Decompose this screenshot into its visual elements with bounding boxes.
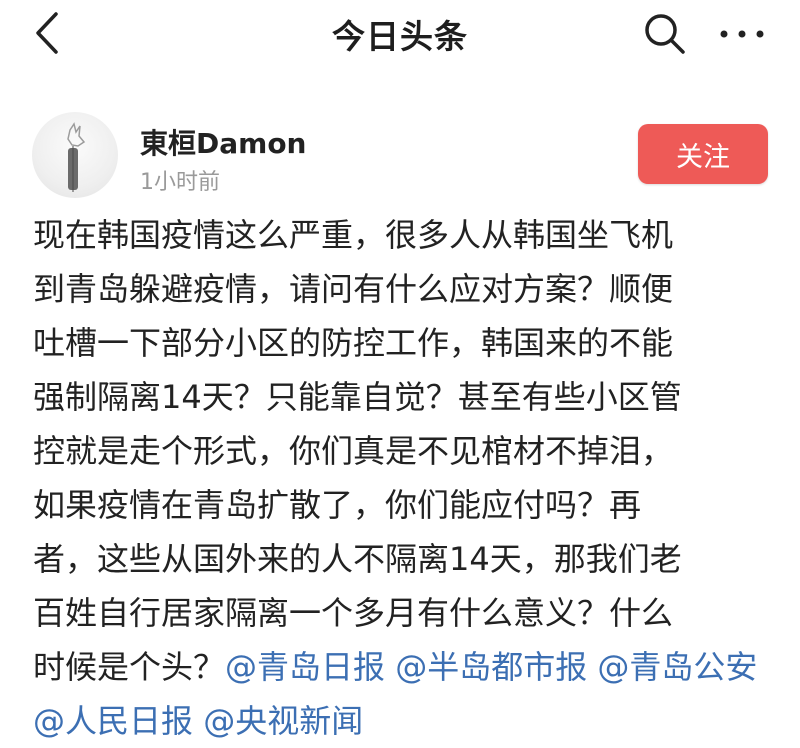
post-content: 现在韩国疫情这么严重，很多人从韩国坐飞机 到青岛躲避疫情，请问有什么应对方案？顺… bbox=[33, 208, 773, 748]
more-button[interactable] bbox=[712, 8, 772, 60]
mention-link[interactable]: @央视新闻 bbox=[203, 702, 363, 740]
avatar-figure-icon bbox=[67, 122, 86, 192]
more-horizontal-icon bbox=[720, 30, 764, 38]
author-row: 東桓Damon 1小时前 关注 bbox=[0, 110, 800, 202]
post-line: 到青岛躲避疫情，请问有什么应对方案？顺便 bbox=[33, 270, 674, 308]
post-time: 1小时前 bbox=[140, 170, 220, 195]
post-text: 时候是个头？ bbox=[33, 648, 226, 686]
mention-link[interactable]: @半岛都市报 bbox=[395, 648, 587, 686]
post-line: 百姓自行居家隔离一个多月有什么意义？什么 bbox=[33, 594, 674, 632]
mention-link[interactable]: @人民日报 bbox=[33, 702, 193, 740]
post-line: 如果疫情在青岛扩散了，你们能应付吗？再 bbox=[33, 486, 642, 524]
search-button[interactable] bbox=[636, 8, 694, 60]
avatar[interactable] bbox=[32, 112, 118, 198]
author-name[interactable]: 東桓Damon bbox=[140, 122, 306, 162]
post-line: 吐槽一下部分小区的防控工作，韩国来的不能 bbox=[33, 324, 674, 362]
mention-link[interactable]: @青岛日报 bbox=[225, 648, 385, 686]
post-line: 现在韩国疫情这么严重，很多人从韩国坐飞机 bbox=[33, 216, 674, 254]
post-line: 者，这些从国外来的人不隔离14天，那我们老 bbox=[33, 540, 682, 578]
post-line: 控就是走个形式，你们真是不见棺材不掉泪， bbox=[33, 432, 674, 470]
follow-button[interactable]: 关注 bbox=[638, 124, 768, 184]
mention-link[interactable]: @青岛公安 bbox=[597, 648, 757, 686]
post-line: @人民日报 @央视新闻 bbox=[33, 694, 773, 748]
top-navigation-bar: 今日头条 bbox=[0, 0, 800, 70]
post-line: 时候是个头？@青岛日报 @半岛都市报 @青岛公安 bbox=[33, 640, 773, 694]
search-icon bbox=[645, 14, 685, 54]
post-line: 强制隔离14天？只能靠自觉？甚至有些小区管 bbox=[33, 378, 682, 416]
